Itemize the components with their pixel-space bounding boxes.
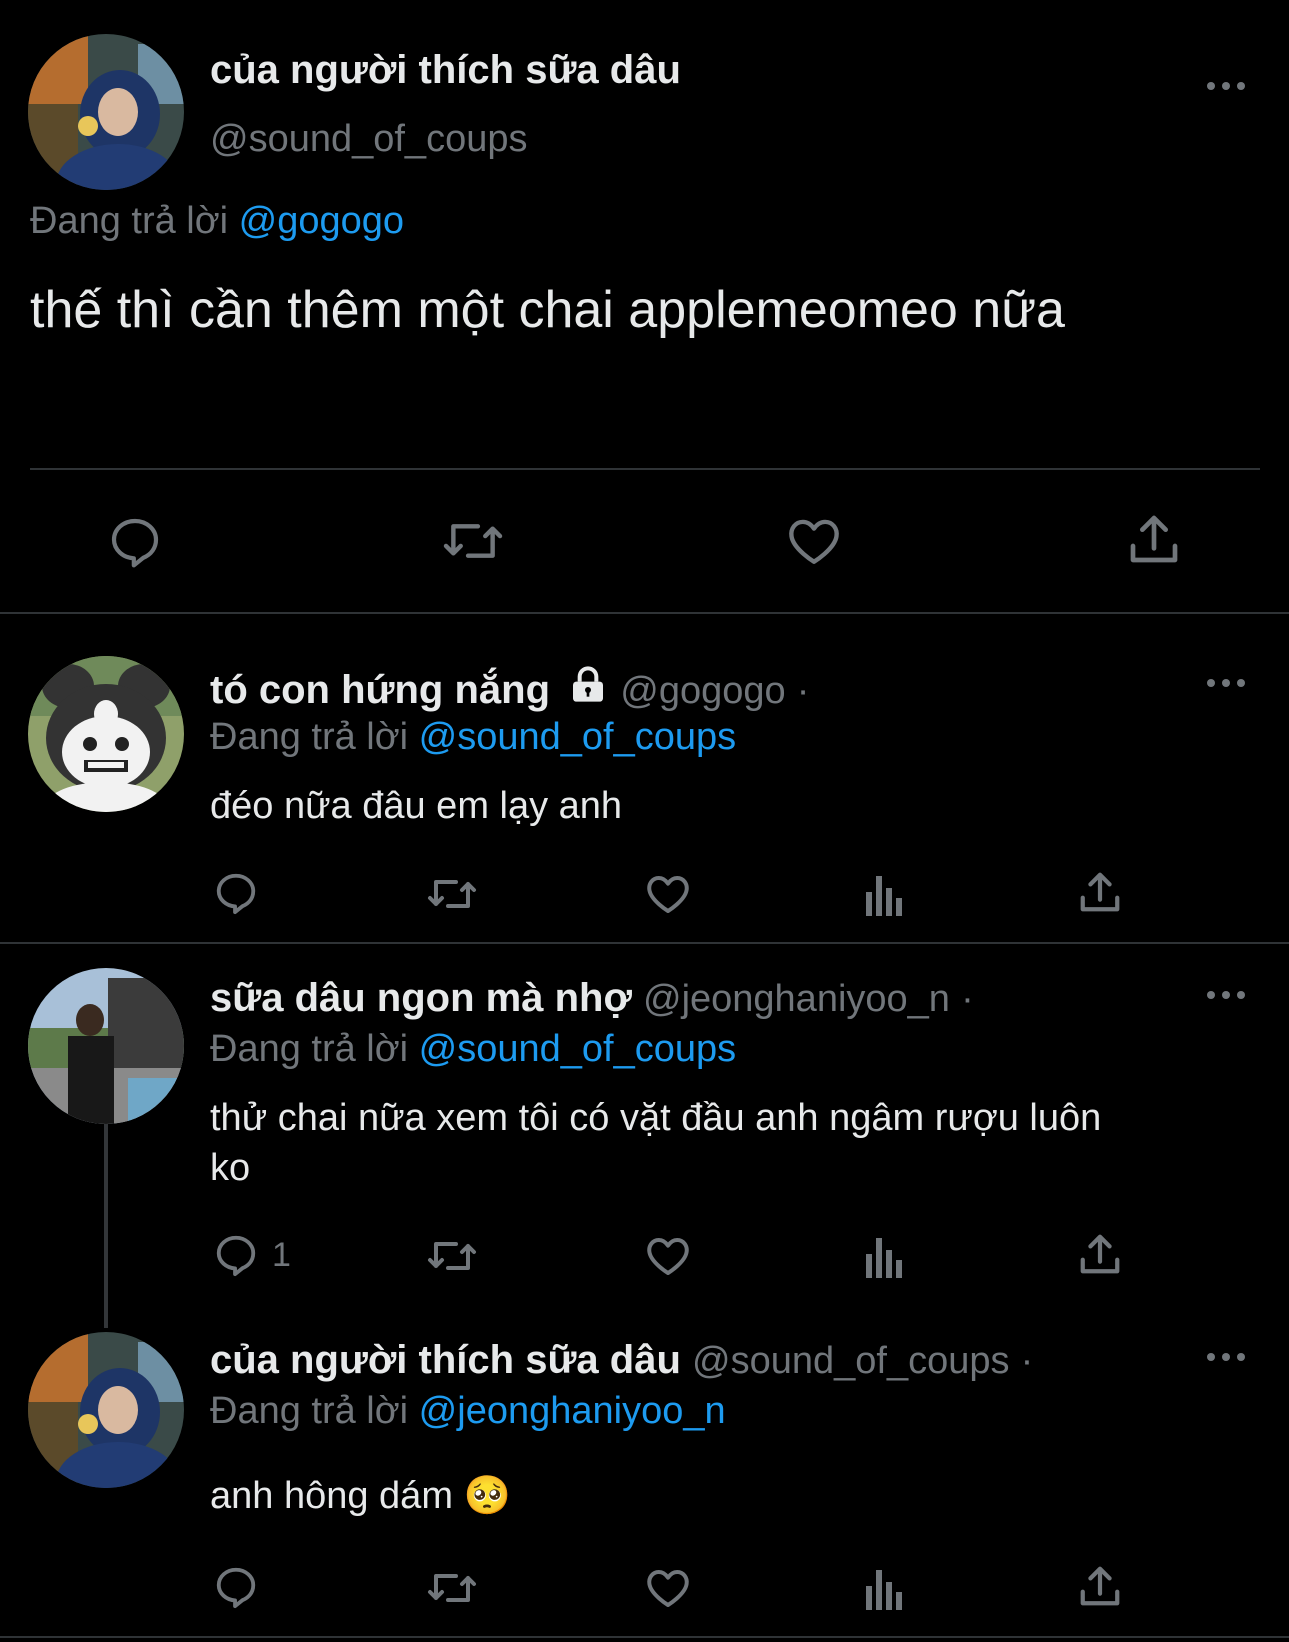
like-icon[interactable]	[785, 512, 843, 568]
reply1-avatar[interactable]	[28, 656, 184, 812]
reply3-display-name[interactable]: của người thích sữa dâu	[210, 1338, 681, 1382]
views-icon[interactable]	[864, 1234, 904, 1278]
share-icon[interactable]	[1077, 868, 1123, 916]
reply2-text-line2: ko	[210, 1147, 251, 1189]
reply3-avatar[interactable]	[28, 1332, 184, 1488]
reply3-more-icon[interactable]	[1207, 1350, 1247, 1364]
reply1-reply-context: Đang trả lời @sound_of_coups	[210, 716, 736, 759]
retweet-icon[interactable]	[424, 1566, 480, 1610]
like-icon[interactable]	[644, 1564, 692, 1610]
share-icon[interactable]	[1077, 1230, 1123, 1278]
reply-icon[interactable]	[213, 870, 259, 916]
share-icon[interactable]	[1077, 1562, 1123, 1610]
reply3-handle[interactable]: @sound_of_coups	[692, 1340, 1009, 1382]
retweet-icon[interactable]	[424, 872, 480, 916]
reply3-text-content: anh hông dám	[210, 1475, 453, 1517]
reply-prefix: Đang trả lời	[210, 1028, 409, 1070]
main-tweet-reply-context: Đang trả lời @gogogo	[30, 200, 404, 243]
like-icon[interactable]	[644, 1232, 692, 1278]
retweet-icon[interactable]	[424, 1234, 480, 1278]
reply-count: 1	[272, 1236, 291, 1274]
reply2-header: sữa dâu ngon mà nhợ @jeonghaniyoo_n ·	[210, 976, 974, 1021]
reply-prefix: Đang trả lời	[210, 1390, 409, 1432]
reply-to-link[interactable]: @sound_of_coups	[419, 1028, 736, 1070]
reply-to-link[interactable]: @sound_of_coups	[419, 716, 736, 758]
tweet-divider	[0, 1636, 1289, 1638]
reply2-text-line1: thử chai nữa xem tôi có vặt đầu anh ngâm…	[210, 1097, 1102, 1139]
tweet-divider	[0, 612, 1289, 614]
main-tweet-action-divider	[30, 468, 1260, 470]
reply2-more-icon[interactable]	[1207, 988, 1247, 1002]
lock-icon	[567, 665, 609, 715]
reply3-reply-context: Đang trả lời @jeonghaniyoo_n	[210, 1390, 726, 1433]
reply-to-link[interactable]: @gogogo	[239, 200, 404, 242]
views-icon[interactable]	[864, 872, 904, 916]
reply3-text: anh hông dám 🥺	[210, 1474, 511, 1518]
main-tweet-handle[interactable]: @sound_of_coups	[210, 118, 527, 161]
share-icon[interactable]	[1126, 510, 1182, 568]
pleading-face-emoji: 🥺	[463, 1475, 511, 1517]
reply2-display-name[interactable]: sữa dâu ngon mà nhợ	[210, 976, 632, 1020]
thread-connector-line	[104, 1118, 108, 1328]
reply-prefix: Đang trả lời	[30, 200, 229, 242]
reply1-header: tó con hứng nắng @gogogo ·	[210, 665, 809, 715]
reply-icon[interactable]	[213, 1232, 259, 1278]
retweet-icon[interactable]	[440, 514, 506, 568]
reply1-display-name[interactable]: tó con hứng nắng	[210, 668, 550, 712]
main-tweet-more-icon[interactable]	[1207, 79, 1247, 93]
reply2-separator: ·	[961, 978, 974, 1020]
views-icon[interactable]	[864, 1566, 904, 1610]
main-tweet-display-name[interactable]: của người thích sữa dâu	[210, 48, 681, 93]
reply1-handle[interactable]: @gogogo	[620, 670, 785, 712]
reply-icon[interactable]	[106, 514, 164, 570]
reply-icon[interactable]	[213, 1564, 259, 1610]
reply1-text: đéo nữa đâu em lạy anh	[210, 785, 623, 827]
reply2-reply-context: Đang trả lời @sound_of_coups	[210, 1028, 736, 1071]
reply-to-link[interactable]: @jeonghaniyoo_n	[419, 1390, 726, 1432]
main-tweet-avatar[interactable]	[28, 34, 184, 190]
main-tweet-text: thế thì cần thêm một chai applemeomeo nữ…	[30, 281, 1065, 339]
reply3-separator: ·	[1020, 1340, 1034, 1382]
reply2-handle[interactable]: @jeonghaniyoo_n	[643, 978, 950, 1020]
reply-prefix: Đang trả lời	[210, 716, 409, 758]
reply1-more-icon[interactable]	[1207, 676, 1247, 690]
reply2-avatar[interactable]	[28, 968, 184, 1124]
tweet-divider	[0, 942, 1289, 944]
reply3-header: của người thích sữa dâu @sound_of_coups …	[210, 1338, 1033, 1383]
like-icon[interactable]	[644, 870, 692, 916]
reply1-separator: ·	[796, 670, 810, 712]
